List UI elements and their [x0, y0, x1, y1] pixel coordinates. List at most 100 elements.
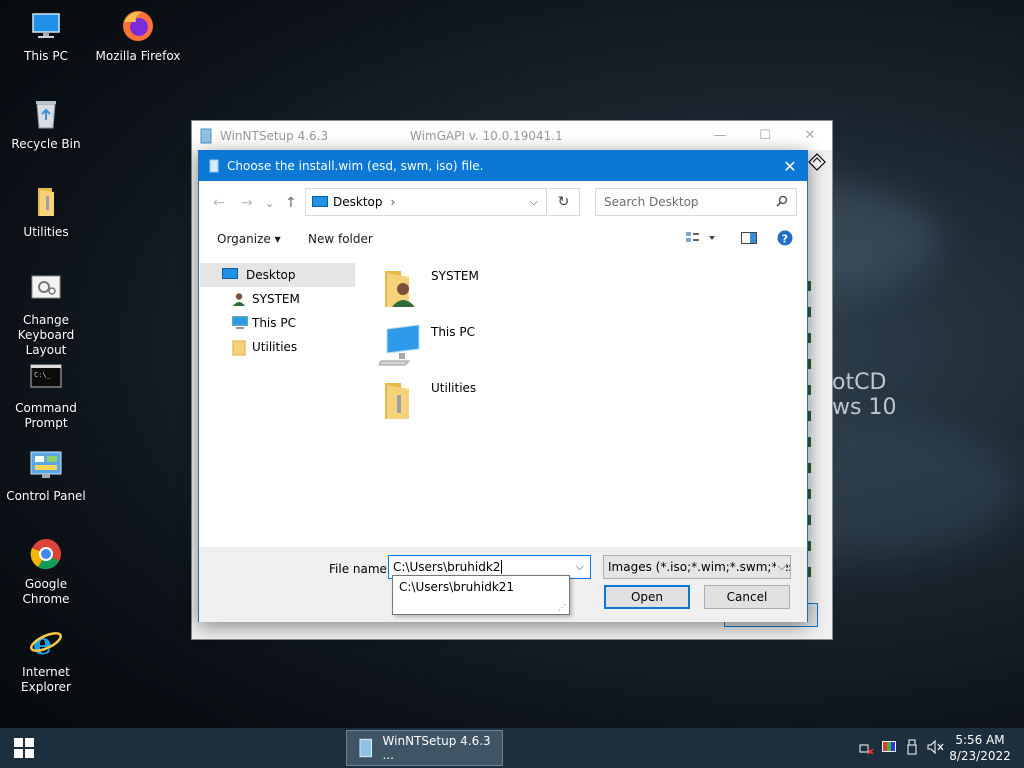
- folder-icon: [232, 340, 248, 356]
- bootice-icon[interactable]: [808, 153, 826, 171]
- desktop-icon-control-panel[interactable]: Control Panel: [0, 448, 92, 504]
- text-caret: [501, 560, 503, 574]
- close-icon: ✕: [783, 156, 797, 176]
- folder-icon: [379, 379, 419, 423]
- cancel-button[interactable]: Cancel: [704, 585, 790, 609]
- file-type-select[interactable]: Images (*.iso;*.wim;*.swm;*.esd) ⌵: [603, 555, 791, 579]
- help-icon: ?: [777, 230, 793, 246]
- address-bar[interactable]: Desktop › ⌵: [305, 188, 547, 216]
- autocomplete-item[interactable]: C:\Users\bruhidk21: [399, 580, 514, 594]
- system-clock[interactable]: 5:56 AM 8/23/2022: [944, 732, 1016, 764]
- file-type-value: Images (*.iso;*.wim;*.swm;*.esd): [608, 560, 791, 574]
- chevron-down-icon: ⌵: [775, 560, 786, 574]
- taskbar-app-winntsetup[interactable]: WinNTSetup 4.6.3 ...: [346, 730, 503, 766]
- new-folder-button[interactable]: New folder: [308, 232, 373, 246]
- svg-text:?: ?: [782, 233, 788, 246]
- dialog-title: Choose the install.wim (esd, swm, iso) f…: [227, 159, 484, 173]
- search-icon: [776, 195, 788, 210]
- nav-item-this-pc[interactable]: This PC: [200, 311, 355, 335]
- arrow-up-icon: ↑: [285, 195, 297, 211]
- desktop-icon: [222, 268, 238, 282]
- maximize-button[interactable]: ☐: [745, 121, 785, 150]
- list-item-system[interactable]: SYSTEM: [375, 261, 635, 315]
- desktop-icon: [312, 196, 328, 207]
- desktop-icon-keyboard-layout[interactable]: Change Keyboard Layout: [0, 272, 92, 358]
- arrow-right-icon: →: [241, 195, 253, 211]
- open-file-dialog[interactable]: Choose the install.wim (esd, swm, iso) f…: [198, 150, 808, 622]
- winntsetup-title: WinNTSetup 4.6.3: [220, 128, 329, 143]
- wimgapi-version: WimGAPI v. 10.0.19041.1: [410, 129, 563, 143]
- chevron-down-icon[interactable]: ⌵: [576, 560, 584, 574]
- forward-button[interactable]: →: [241, 195, 253, 211]
- dialog-titlebar[interactable]: Choose the install.wim (esd, swm, iso) f…: [199, 151, 807, 181]
- desktop-icon-utilities[interactable]: Utilities: [0, 184, 92, 240]
- this-pc-icon: [28, 8, 64, 44]
- clock-date: 8/23/2022: [949, 749, 1011, 763]
- internet-explorer-icon: e: [28, 624, 64, 662]
- help-button[interactable]: ?: [777, 230, 793, 249]
- wallpaper-text: otCD: [832, 370, 887, 395]
- desktop-icon-recycle-bin[interactable]: Recycle Bin: [0, 96, 92, 152]
- list-item-utilities[interactable]: Utilities: [375, 373, 635, 427]
- chrome-icon: [28, 536, 64, 572]
- arrow-left-icon: ←: [213, 195, 225, 211]
- preview-pane-button[interactable]: [741, 232, 757, 247]
- this-pc-icon: [232, 316, 248, 330]
- nav-item-utilities[interactable]: Utilities: [200, 335, 355, 359]
- control-panel-icon: [28, 448, 64, 484]
- winntsetup-titlebar[interactable]: WinNTSetup 4.6.3 WimGAPI v. 10.0.19041.1…: [192, 121, 832, 150]
- desktop-icon-firefox[interactable]: Mozilla Firefox: [92, 8, 184, 64]
- view-options-button[interactable]: [685, 231, 717, 248]
- svg-text:e: e: [33, 627, 52, 660]
- usb-device-icon[interactable]: [906, 739, 918, 759]
- firefox-icon: [120, 8, 156, 44]
- taskbar: WinNTSetup 4.6.3 ... 5:56 AM 8/23/2022: [0, 728, 1024, 768]
- address-text: Desktop: [333, 195, 383, 209]
- svg-text:C:\_: C:\_: [34, 371, 52, 379]
- resize-grip-icon[interactable]: ⋰: [558, 603, 566, 612]
- status-strip: [808, 281, 811, 581]
- start-button[interactable]: [0, 728, 48, 768]
- back-button[interactable]: ←: [213, 195, 225, 211]
- recycle-bin-icon: [28, 96, 64, 132]
- search-input[interactable]: Search Desktop: [604, 195, 699, 209]
- chevron-down-icon[interactable]: ⌵: [530, 195, 538, 209]
- volume-muted-icon[interactable]: [927, 739, 945, 759]
- nav-item-system[interactable]: SYSTEM: [200, 287, 355, 311]
- refresh-button[interactable]: ↻: [548, 188, 580, 216]
- file-list: SYSTEM This PC Utilities: [375, 257, 795, 547]
- list-item-this-pc[interactable]: This PC: [375, 317, 635, 371]
- command-prompt-icon: C:\_: [28, 360, 64, 396]
- search-box[interactable]: Search Desktop: [595, 188, 797, 216]
- breadcrumb-chevron-icon: ›: [390, 195, 396, 209]
- file-name-value: C:\Users\bruhidk2: [393, 560, 501, 574]
- nav-item-desktop[interactable]: Desktop: [200, 263, 355, 287]
- minimize-button[interactable]: —: [700, 121, 740, 150]
- navigation-pane: Desktop SYSTEM This PC Utilities: [199, 261, 357, 547]
- close-button[interactable]: ✕: [790, 121, 830, 150]
- dialog-close-button[interactable]: ✕: [773, 151, 807, 181]
- organize-button[interactable]: Organize ▾: [217, 232, 281, 246]
- desktop-icon-command-prompt[interactable]: C:\_ Command Prompt: [0, 360, 92, 431]
- file-name-label: File name:: [329, 562, 391, 576]
- autocomplete-popup[interactable]: C:\Users\bruhidk21 ⋰: [392, 575, 570, 615]
- close-icon: ✕: [804, 128, 816, 143]
- desktop-icon-chrome[interactable]: Google Chrome: [0, 536, 92, 607]
- winntsetup-app-icon: [359, 738, 373, 758]
- dialog-app-icon: [209, 159, 219, 173]
- wallpaper-text: ws 10: [832, 395, 897, 420]
- user-icon: [232, 292, 248, 306]
- navigation-row: ← → ⌄ ↑ Desktop › ⌵ ↻ Search Desktop: [199, 187, 807, 217]
- up-button[interactable]: ↑: [285, 195, 297, 211]
- network-icon[interactable]: [858, 739, 874, 759]
- chevron-down-icon: ⌄: [265, 197, 275, 210]
- clock-time: 5:56 AM: [955, 733, 1005, 747]
- preview-pane-icon: [741, 232, 757, 244]
- desktop-icon-this-pc[interactable]: This PC: [0, 8, 92, 64]
- color-display-icon[interactable]: [881, 739, 897, 759]
- desktop-icon-internet-explorer[interactable]: e Internet Explorer: [0, 624, 92, 695]
- this-pc-icon: [378, 323, 420, 367]
- recent-locations-button[interactable]: ⌄: [265, 197, 274, 210]
- keyboard-settings-icon: [28, 272, 64, 308]
- open-button[interactable]: Open: [604, 585, 690, 609]
